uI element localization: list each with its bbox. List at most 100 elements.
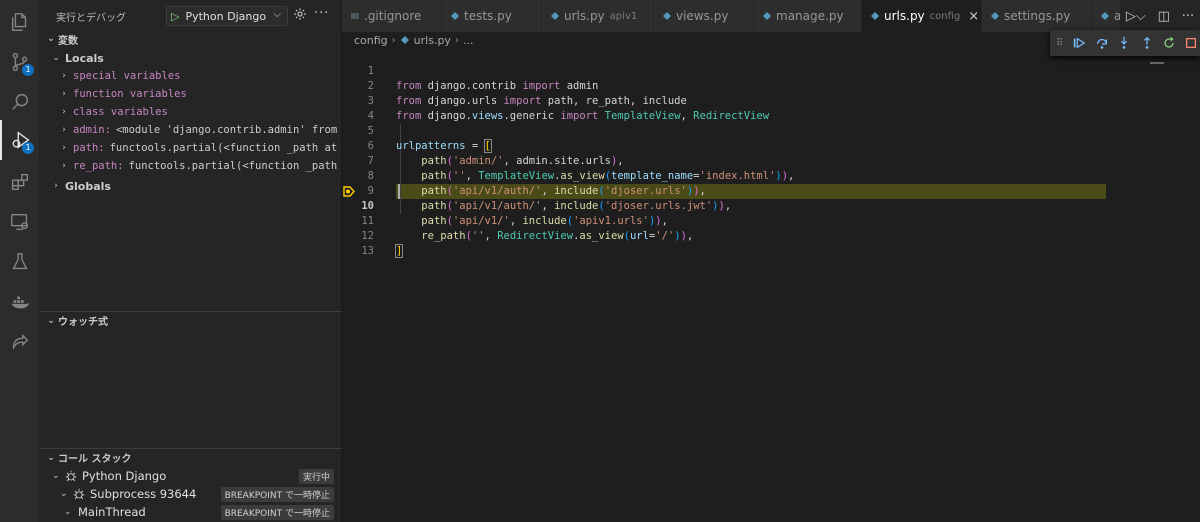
step-out-icon bbox=[1143, 36, 1150, 49]
search-icon[interactable] bbox=[0, 82, 40, 122]
watch-header-label: ウォッチ式 bbox=[58, 317, 108, 328]
tab-gitignore[interactable]: .gitignore bbox=[342, 0, 442, 32]
step-over-icon bbox=[1096, 38, 1107, 49]
status-badge: BREAKPOINT で一時停止 bbox=[220, 504, 334, 520]
run-debug-icon[interactable]: 1 bbox=[0, 120, 40, 160]
step-into-icon bbox=[1121, 36, 1128, 49]
more-actions-icon[interactable]: ··· bbox=[1182, 9, 1194, 24]
breadcrumb-folder[interactable]: config bbox=[354, 34, 388, 47]
scrollbar[interactable] bbox=[1188, 52, 1200, 432]
chevron-right-icon: › bbox=[61, 143, 67, 153]
tab-urls-py-apiv1[interactable]: urls.py apiv1 bbox=[542, 0, 654, 32]
docker-icon[interactable] bbox=[0, 282, 40, 322]
python-file-icon bbox=[1101, 12, 1109, 20]
code-line-current: 10 path('api/v1/', include('apiv1.urls')… bbox=[342, 184, 1200, 227]
split-editor-icon[interactable]: ◫ bbox=[1158, 9, 1170, 24]
chevron-right-icon: › bbox=[61, 71, 67, 81]
variable-name: re_path: bbox=[73, 160, 124, 172]
variable-row[interactable]: › re_path: functools.partial(<function _… bbox=[40, 157, 342, 175]
code-line: 5 urlpatterns = [ bbox=[342, 109, 1200, 153]
editor-tabs: .gitignore tests.py urls.py apiv1 views.… bbox=[342, 0, 1200, 32]
python-file-icon bbox=[551, 12, 559, 20]
tab-label: settings.py bbox=[1004, 9, 1071, 23]
scm-badge: 1 bbox=[22, 64, 34, 76]
gear-icon[interactable] bbox=[293, 7, 307, 21]
code-line: 6 path('admin/', admin.site.urls), bbox=[342, 124, 1200, 167]
variable-name: path: bbox=[73, 142, 105, 154]
drag-handle-icon[interactable]: ⠿ bbox=[1056, 38, 1066, 49]
activity-bar: 1 1 bbox=[0, 0, 40, 522]
tab-label: manage.py bbox=[776, 9, 844, 23]
breadcrumb-file[interactable]: urls.py bbox=[414, 34, 451, 47]
chevron-right-icon: › bbox=[391, 34, 396, 46]
variable-name: function variables bbox=[73, 88, 187, 100]
chevron-down-icon: ⌄ bbox=[52, 53, 60, 63]
locals-scope[interactable]: ⌄ Locals bbox=[40, 49, 342, 67]
chevron-down-icon: ⌄ bbox=[47, 34, 55, 44]
tab-urls-py-config[interactable]: urls.py config × bbox=[862, 0, 982, 32]
tab-description: config bbox=[929, 10, 961, 22]
chevron-right-icon: › bbox=[61, 161, 67, 171]
extensions-icon[interactable] bbox=[0, 162, 40, 202]
minimap[interactable] bbox=[1150, 62, 1164, 64]
tab-manage-py[interactable]: manage.py bbox=[754, 0, 862, 32]
chevron-down-icon: ⌄ bbox=[47, 315, 55, 326]
status-badge: BREAKPOINT で一時停止 bbox=[220, 486, 334, 502]
python-file-icon bbox=[991, 12, 999, 20]
variable-value: functools.partial(<function _path at 0x… bbox=[128, 160, 342, 172]
start-debug-icon[interactable]: ▷ bbox=[171, 10, 179, 23]
more-actions-icon[interactable]: ··· bbox=[314, 6, 329, 21]
callstack-label: Subprocess 93644 bbox=[90, 487, 197, 501]
testing-flask-icon[interactable] bbox=[0, 242, 40, 282]
explorer-icon[interactable] bbox=[0, 2, 40, 42]
globals-label: Globals bbox=[65, 179, 111, 193]
run-file-icon[interactable]: ▷⌵ bbox=[1126, 9, 1146, 24]
variable-row[interactable]: › admin: <module 'django.contrib.admin' … bbox=[40, 121, 342, 139]
variable-value: <module 'django.contrib.admin' from '/Us… bbox=[115, 124, 342, 136]
tab-views-py[interactable]: views.py bbox=[654, 0, 754, 32]
run-config-select[interactable]: ▷ Python Django ⌵ bbox=[166, 6, 288, 26]
callstack-label: MainThread bbox=[78, 505, 146, 519]
file-icon bbox=[351, 13, 359, 19]
callstack-subprocess[interactable]: ⌄ Subprocess 93644 BREAKPOINT で一時停止 bbox=[40, 485, 342, 503]
python-file-icon bbox=[663, 12, 671, 20]
tab-settings-py[interactable]: settings.py bbox=[982, 0, 1092, 32]
tab-tests-py[interactable]: tests.py bbox=[442, 0, 542, 32]
callstack-session[interactable]: ⌄ Python Django 実行中 bbox=[40, 467, 342, 485]
tab-label: .gitignore bbox=[364, 9, 422, 23]
variable-row[interactable]: › path: functools.partial(<function _pat… bbox=[40, 139, 342, 157]
code-line: 8 path('api/v1/auth/', include('djoser.u… bbox=[342, 154, 1200, 197]
tab-label: urls.py bbox=[884, 9, 925, 23]
code-line: 13 bbox=[342, 229, 1200, 257]
callstack-header-label: コール スタック bbox=[58, 454, 132, 465]
close-icon[interactable]: × bbox=[968, 9, 979, 24]
python-file-icon bbox=[400, 36, 409, 44]
source-control-icon[interactable]: 1 bbox=[0, 42, 40, 82]
callstack-thread[interactable]: ⌄ MainThread BREAKPOINT で一時停止 bbox=[40, 503, 342, 521]
tab-label: views.py bbox=[676, 9, 729, 23]
variable-row[interactable]: › function variables bbox=[40, 85, 342, 103]
chevron-right-icon: › bbox=[454, 34, 459, 46]
chevron-right-icon: › bbox=[61, 125, 67, 135]
remote-explorer-icon[interactable] bbox=[0, 202, 40, 242]
variable-row[interactable]: › special variables bbox=[40, 67, 342, 85]
editor-area: .gitignore tests.py urls.py apiv1 views.… bbox=[342, 0, 1200, 522]
code-line: 2 from django.urls import path, re_path,… bbox=[342, 64, 1200, 107]
code-line: 4 bbox=[342, 94, 1200, 122]
live-share-icon[interactable] bbox=[0, 322, 40, 362]
variable-row[interactable]: › class variables bbox=[40, 103, 342, 121]
callstack-section-header[interactable]: ⌄ コール スタック bbox=[40, 448, 342, 466]
python-file-icon bbox=[451, 12, 459, 20]
globals-scope[interactable]: › Globals bbox=[40, 177, 342, 195]
variable-value: functools.partial(<function _path at 0x1… bbox=[109, 142, 342, 154]
breadcrumb-symbol[interactable]: ... bbox=[463, 34, 474, 47]
code-line: 9 path('api/v1/auth/', include('djoser.u… bbox=[342, 169, 1200, 212]
python-file-icon bbox=[763, 12, 771, 20]
chevron-down-icon[interactable]: ⌵ bbox=[273, 9, 281, 20]
editor-actions: ▷⌵ ◫ ··· bbox=[1120, 0, 1200, 32]
breadcrumb: config › urls.py › ... bbox=[354, 32, 473, 48]
locals-label: Locals bbox=[65, 51, 104, 65]
debug-session-icon bbox=[73, 488, 85, 500]
watch-section-header[interactable]: ⌄ ウォッチ式 bbox=[40, 311, 342, 329]
variables-section-header[interactable]: ⌄ 変数 bbox=[40, 30, 342, 48]
